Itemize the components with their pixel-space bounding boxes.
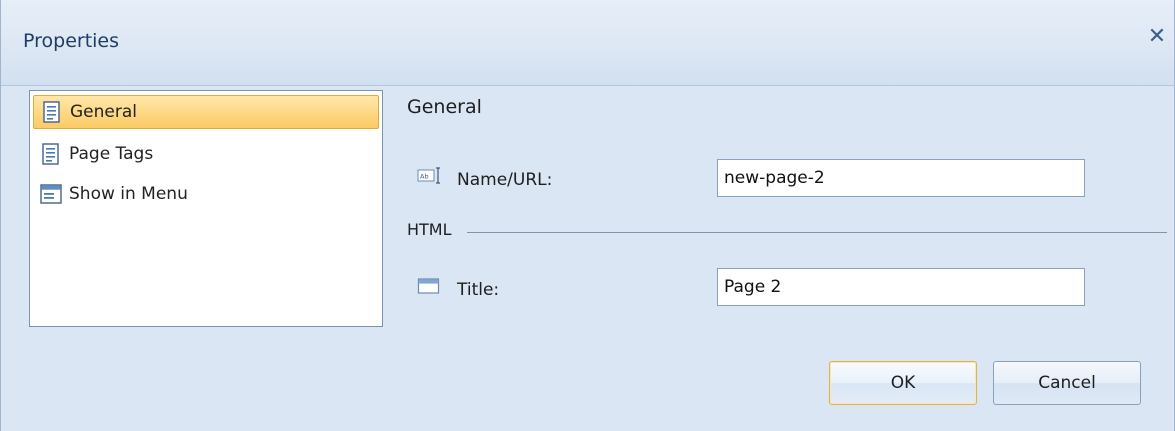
textbox-icon: Ab <box>417 167 440 184</box>
name-url-label: Name/URL: <box>457 170 553 190</box>
category-list: General Page Tags Show in Menu <box>29 90 383 327</box>
properties-dialog: Properties ✕ General Page Tags Show in M… <box>0 0 1175 431</box>
svg-text:Ab: Ab <box>420 173 429 181</box>
section-title: General <box>407 96 482 118</box>
close-icon[interactable]: ✕ <box>1146 24 1168 50</box>
group-divider <box>467 232 1167 233</box>
sidebar-item-label: Page Tags <box>69 144 154 164</box>
ok-button[interactable]: OK <box>829 361 977 405</box>
window-icon <box>417 278 440 294</box>
cancel-button[interactable]: Cancel <box>993 361 1141 405</box>
html-group-label: HTML <box>407 220 452 239</box>
name-url-input[interactable] <box>717 159 1085 197</box>
sidebar-item-label: General <box>70 102 137 122</box>
title-label: Title: <box>457 280 500 300</box>
page-icon <box>42 143 59 165</box>
sidebar-item-general[interactable]: General <box>33 95 379 129</box>
sidebar-item-page-tags[interactable]: Page Tags <box>33 137 379 171</box>
dialog-title: Properties <box>23 30 120 52</box>
title-input[interactable] <box>717 268 1085 306</box>
sidebar-item-label: Show in Menu <box>69 184 188 204</box>
sidebar-item-show-in-menu[interactable]: Show in Menu <box>33 177 379 211</box>
menu-icon <box>40 184 62 204</box>
title-bar: Properties ✕ <box>1 0 1174 86</box>
page-icon <box>43 101 60 123</box>
